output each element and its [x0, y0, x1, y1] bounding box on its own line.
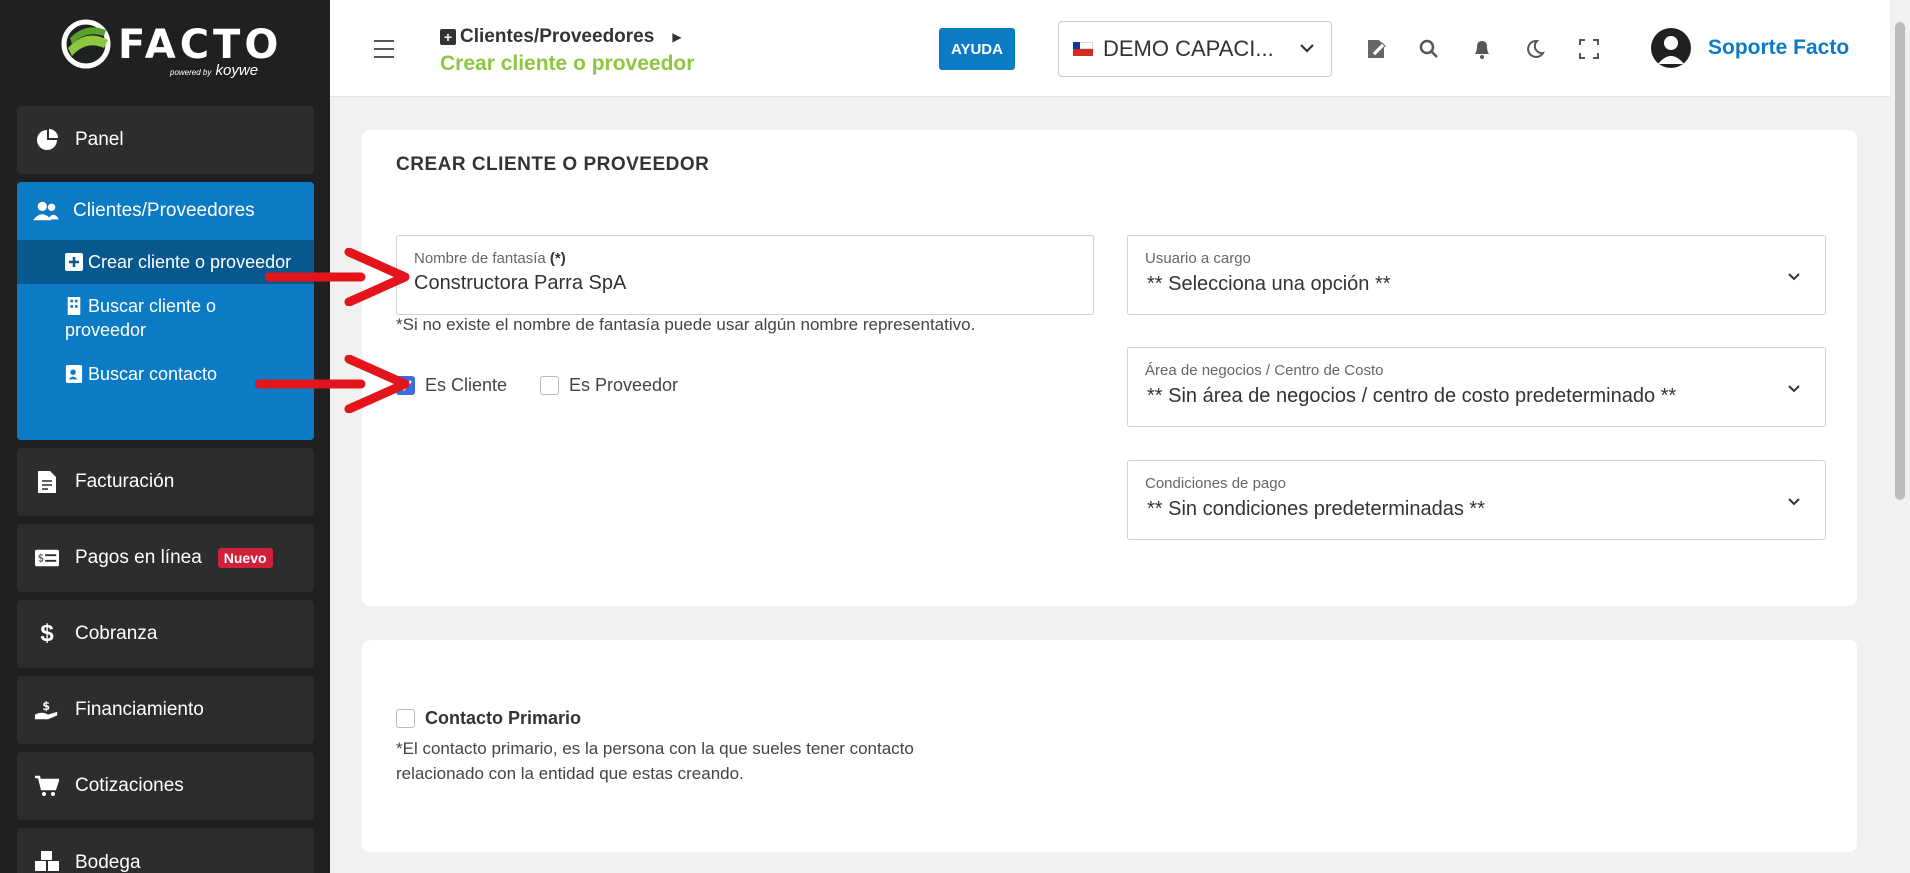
sidebar-item-label: Facturación	[75, 471, 175, 492]
sidebar-item-panel[interactable]: Panel	[17, 106, 314, 174]
sidebar-item-financiamiento[interactable]: $ Financiamiento	[17, 676, 314, 744]
annotation-arrow-icon	[255, 355, 410, 413]
fantasy-name-label: Nombre de fantasía (*)	[414, 250, 566, 267]
users-icon	[33, 200, 59, 222]
sidebar-item-label: Cobranza	[75, 623, 158, 644]
plus-square-icon	[65, 253, 83, 271]
is-client-checkbox[interactable]: Es Cliente	[396, 375, 507, 396]
business-area-label: Área de negocios / Centro de Costo	[1145, 362, 1384, 379]
primary-contact-hint: *El contacto primario, es la persona con…	[396, 739, 914, 783]
facto-logo-icon	[61, 19, 111, 69]
payment-terms-value: ** Sin condiciones predeterminadas **	[1147, 498, 1485, 520]
scrollbar[interactable]	[1890, 0, 1910, 873]
scrollbar-thumb[interactable]	[1895, 22, 1905, 500]
company-name: DEMO CAPACI...	[1103, 36, 1274, 61]
chevron-down-icon	[1788, 498, 1800, 506]
checkbox-unchecked-icon	[396, 709, 415, 728]
chevron-down-icon	[1300, 44, 1314, 53]
boxes-icon	[35, 849, 59, 873]
plus-square-icon: +	[440, 29, 456, 45]
pie-chart-icon	[35, 128, 59, 152]
chevron-down-icon	[1788, 385, 1800, 393]
payment-terms-label: Condiciones de pago	[1145, 475, 1286, 492]
sidebar-item-label: Clientes/Proveedores	[73, 200, 255, 221]
sidebar-item-facturacion[interactable]: Facturación	[17, 448, 314, 516]
company-selector[interactable]: DEMO CAPACI...	[1058, 21, 1332, 77]
sidebar-item-pagos[interactable]: $ Pagos en línea Nuevo	[17, 524, 314, 592]
user-in-charge-label: Usuario a cargo	[1145, 250, 1251, 267]
contact-card: Contacto Primario *El contacto primario,…	[362, 640, 1857, 852]
form-title: CREAR CLIENTE O PROVEEDOR	[396, 154, 710, 175]
annotation-arrow-icon	[265, 248, 410, 306]
svg-text:$: $	[42, 700, 50, 713]
money-bill-icon: $	[35, 546, 59, 570]
sidebar-item-cobranza[interactable]: $ Cobranza	[17, 600, 314, 668]
user-in-charge-select[interactable]: Usuario a cargo ** Selecciona una opción…	[1127, 235, 1826, 315]
dollar-icon: $	[40, 620, 54, 647]
sidebar-item-bodega[interactable]: Bodega	[17, 828, 314, 873]
caret-right-icon: ▶	[672, 30, 682, 44]
search-icon[interactable]	[1418, 38, 1440, 60]
sidebar-item-label: Financiamiento	[75, 699, 204, 720]
dark-mode-icon[interactable]	[1524, 38, 1546, 60]
sidebar-item-clientes[interactable]: Clientes/Proveedores	[17, 182, 314, 240]
sidebar-subitem-label: Buscar cliente o proveedor	[65, 296, 217, 340]
primary-contact-checkbox[interactable]: Contacto Primario	[396, 708, 581, 729]
app-logo[interactable]: FACTO powered by koywe	[0, 0, 330, 92]
logo-powered-by: powered by koywe	[170, 62, 259, 79]
hand-coin-icon: $	[35, 698, 59, 722]
cart-icon	[35, 774, 59, 798]
create-form-card: CREAR CLIENTE O PROVEEDOR Nombre de fant…	[362, 130, 1857, 606]
chile-flag-icon	[1073, 42, 1093, 56]
user-in-charge-value: ** Selecciona una opción **	[1147, 273, 1391, 295]
avatar[interactable]	[1651, 28, 1691, 68]
sidebar-item-label: Panel	[75, 129, 124, 150]
sidebar-item-label: Bodega	[75, 852, 141, 873]
checkbox-unchecked-icon	[540, 376, 559, 395]
top-bar: + Clientes/Proveedores ▶ Crear cliente o…	[330, 0, 1890, 97]
primary-contact-label: Contacto Primario	[425, 708, 582, 728]
is-provider-checkbox[interactable]: Es Proveedor	[540, 375, 678, 396]
new-badge: Nuevo	[217, 548, 273, 568]
sidebar: FACTO powered by koywe Panel Clientes/Pr…	[0, 0, 330, 873]
breadcrumb-parent: Clientes/Proveedores	[460, 26, 655, 47]
breadcrumb[interactable]: + Clientes/Proveedores ▶	[440, 26, 682, 48]
fantasy-name-input[interactable]	[414, 272, 1094, 295]
contact-card-icon	[65, 365, 83, 383]
business-area-select[interactable]: Área de negocios / Centro de Costo ** Si…	[1127, 347, 1826, 427]
payment-terms-select[interactable]: Condiciones de pago ** Sin condiciones p…	[1127, 460, 1826, 540]
fullscreen-icon[interactable]	[1578, 38, 1600, 60]
document-icon	[35, 470, 59, 494]
fantasy-name-field[interactable]: Nombre de fantasía (*)	[396, 235, 1094, 315]
help-button[interactable]: AYUDA	[939, 28, 1015, 70]
is-client-label: Es Cliente	[425, 375, 508, 395]
menu-toggle-icon[interactable]	[374, 40, 394, 64]
sidebar-item-label: Cotizaciones	[75, 775, 184, 796]
chevron-down-icon	[1788, 273, 1800, 281]
business-area-value: ** Sin área de negocios / centro de cost…	[1147, 385, 1677, 407]
page-title: Crear cliente o proveedor	[440, 52, 695, 75]
sign-document-icon[interactable]	[1366, 38, 1388, 60]
fantasy-name-hint: *Si no existe el nombre de fantasía pued…	[396, 315, 976, 334]
bell-icon[interactable]	[1471, 38, 1493, 60]
sidebar-subitem-label: Crear cliente o proveedor	[88, 252, 292, 272]
building-icon	[67, 297, 81, 315]
is-provider-label: Es Proveedor	[569, 375, 679, 395]
user-name[interactable]: Soporte Facto	[1708, 36, 1849, 60]
sidebar-item-label: Pagos en línea	[75, 547, 202, 568]
svg-text:$: $	[38, 554, 44, 565]
sidebar-item-cotizaciones[interactable]: Cotizaciones	[17, 752, 314, 820]
